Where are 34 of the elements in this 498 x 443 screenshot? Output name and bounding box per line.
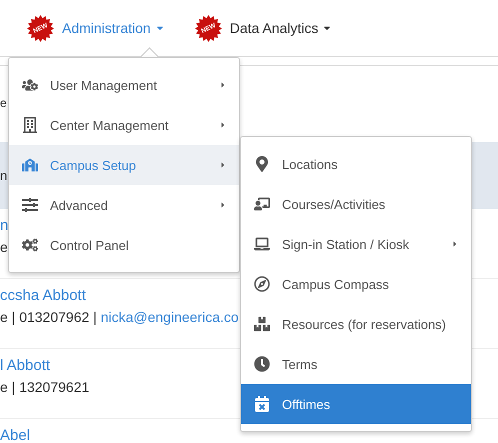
sliders-icon xyxy=(20,197,40,213)
menu-item[interactable]: User Management xyxy=(9,65,239,105)
person-name-link[interactable]: l Abbott xyxy=(0,357,50,374)
laptop-icon xyxy=(252,236,272,252)
building-icon xyxy=(20,117,40,133)
calendar-icon xyxy=(252,396,272,412)
menu-item[interactable]: Locations xyxy=(241,144,471,184)
menu-item[interactable]: Offtimes xyxy=(241,384,471,424)
text-fragment: e xyxy=(0,96,7,112)
users-gear-icon xyxy=(20,77,40,93)
menu-item[interactable]: Courses/Activities xyxy=(241,184,471,224)
nav-label: Administration xyxy=(62,20,151,36)
compass-icon xyxy=(252,276,272,292)
menu-item[interactable]: Advanced xyxy=(9,185,239,225)
person-name-link[interactable]: ccsha Abbott xyxy=(0,287,86,304)
email-link[interactable]: nicka@engineerica.co xyxy=(100,309,239,325)
nav-label: Data Analytics xyxy=(230,20,318,36)
menu-item[interactable]: Resources (for reservations) xyxy=(241,304,471,344)
menu-item[interactable]: Center Management xyxy=(9,105,239,145)
menu-item[interactable]: Control Panel xyxy=(9,225,239,265)
boxes-icon xyxy=(252,316,272,332)
menu-item[interactable]: Campus Compass xyxy=(241,264,471,304)
teacher-board-icon xyxy=(252,196,272,212)
person-name-link[interactable]: Abel xyxy=(0,427,30,443)
person-name-link[interactable]: n xyxy=(0,217,8,234)
person-details: e | 013207962 | nicka@engineerica.co xyxy=(0,309,239,325)
gears-icon xyxy=(20,237,40,253)
school-icon xyxy=(20,157,40,173)
menu-item[interactable]: Sign-in Station / Kiosk xyxy=(241,224,471,264)
person-details: e | 132079621 xyxy=(0,379,90,395)
menu-item[interactable]: Terms xyxy=(241,344,471,384)
clock-icon xyxy=(252,356,272,372)
person-details: e xyxy=(0,239,8,255)
heading-text: n xyxy=(0,168,8,183)
